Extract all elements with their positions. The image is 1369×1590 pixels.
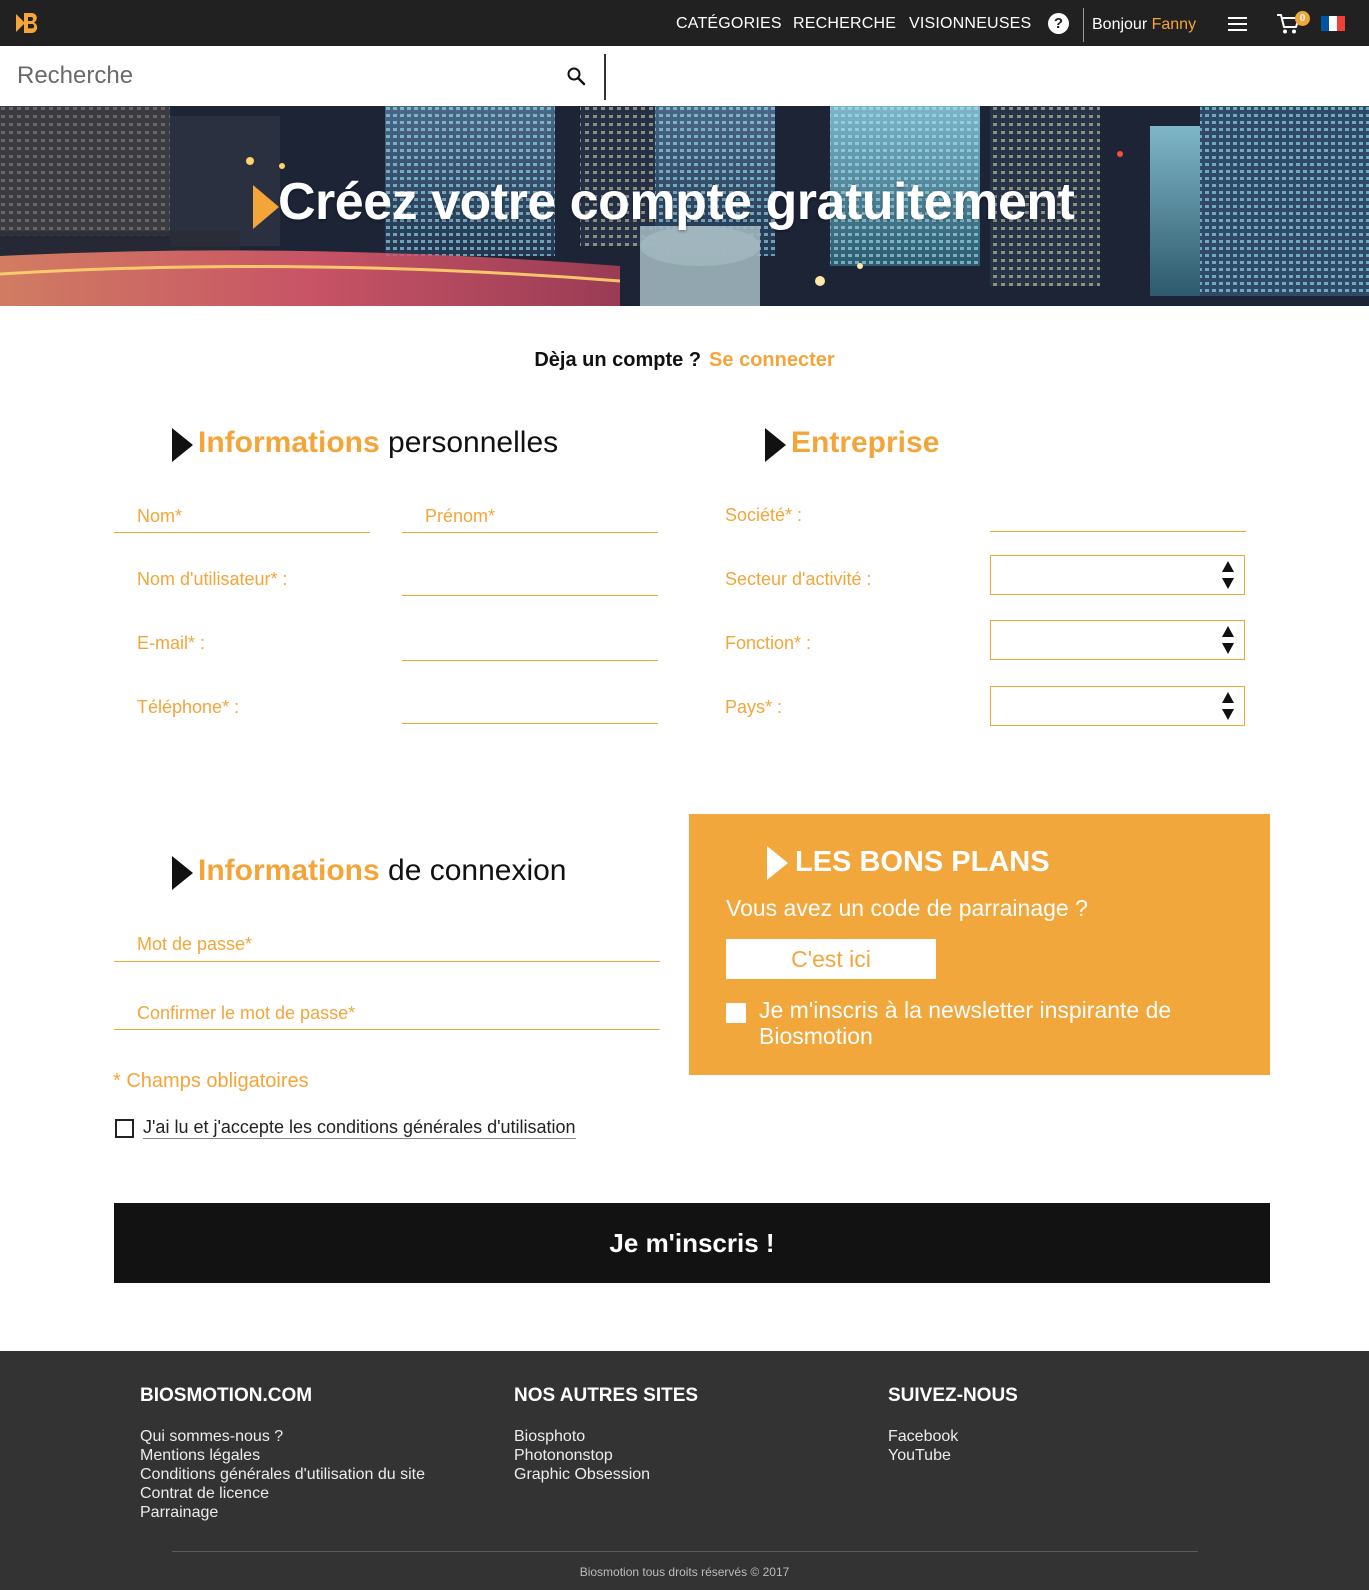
top-navigation-bar: CATÉGORIES RECHERCHE VISIONNEUSES ? Bonj… [0,0,1369,46]
page-title: Créez votre compte gratuitement [278,173,1075,231]
footer-column-other-sites: NOS AUTRES SITES Biosphoto Photononstop … [514,1385,698,1484]
logo-icon[interactable] [16,11,40,35]
email-label: E-mail* : [137,633,206,653]
secteur-select[interactable] [990,555,1245,595]
password-field[interactable] [114,926,660,962]
login-info-heading: Informations de connexion [198,854,567,888]
login-link[interactable]: Se connecter [709,349,835,371]
nom-field[interactable] [114,497,370,533]
footer-heading: BIOSMOTION.COM [140,1385,313,1406]
section-arrow-icon [767,846,788,880]
bons-plans-title: LES BONS PLANS [795,846,1050,878]
fonction-select[interactable] [990,620,1245,660]
section-arrow-icon [172,856,193,890]
footer-link[interactable]: Graphic Obsession [514,1465,698,1484]
heading-rest: de connexion [388,854,567,887]
footer-link[interactable]: Conditions générales d'utilisation du si… [140,1465,425,1484]
newsletter-checkbox[interactable] [726,1003,746,1023]
section-arrow-icon [172,428,193,462]
search-divider [604,54,606,100]
footer-link[interactable]: Qui sommes-nous ? [140,1427,425,1446]
username-field[interactable] [402,560,658,596]
required-fields-note: * Champs obligatoires [113,1070,309,1092]
footer-divider [172,1551,1198,1552]
footer-heading: NOS AUTRES SITES [514,1385,699,1406]
heading-highlight: Entreprise [791,426,940,459]
greeting-text: Bonjour [1092,16,1148,33]
nav-visionneuses[interactable]: VISIONNEUSES [909,15,1031,33]
footer-link[interactable]: Contrat de licence [140,1484,425,1503]
login-question: Dèja un compte ? [534,349,702,371]
societe-field[interactable] [990,496,1246,532]
prenom-field[interactable] [402,497,658,533]
footer-link[interactable]: Biosphoto [514,1427,698,1446]
select-spinner-icon [1222,561,1234,589]
heading-rest: personnelles [388,426,559,459]
register-button[interactable]: Je m'inscris ! [114,1203,1270,1283]
confirm-password-field[interactable] [114,994,660,1030]
footer-link[interactable]: Photononstop [514,1446,698,1465]
help-icon[interactable]: ? [1048,13,1069,34]
username-label: Nom d'utilisateur* : [137,569,288,589]
heading-highlight: Informations [198,854,380,887]
login-prompt: Dèja un compte ? Se connecter [0,349,1369,372]
referral-question: Vous avez un code de parrainage ? [726,895,1088,921]
select-spinner-icon [1222,626,1234,654]
user-greeting[interactable]: Bonjour Fanny [1092,16,1196,34]
fonction-label: Fonction* : [725,633,812,653]
footer: BIOSMOTION.COM Qui sommes-nous ? Mention… [0,1351,1369,1590]
nav-divider [1083,8,1084,42]
phone-label: Téléphone* : [137,697,240,717]
cgu-link[interactable]: J'ai lu et j'accepte les conditions géné… [143,1117,576,1139]
heading-highlight: Informations [198,426,380,459]
hero-banner: Créez votre compte gratuitement [0,106,1369,306]
newsletter-label[interactable]: Je m'inscris à la newsletter inspirante … [759,997,1179,1049]
bons-plans-panel: LES BONS PLANS Vous avez un code de parr… [689,814,1270,1075]
email-field[interactable] [402,625,658,661]
pays-select[interactable] [990,686,1245,726]
nav-categories[interactable]: CATÉGORIES [676,15,782,33]
copyright: Biosmotion tous droits réservés © 2017 [579,1565,790,1579]
cart-count-badge: 0 [1295,11,1310,26]
nav-recherche[interactable]: RECHERCHE [793,15,896,33]
footer-heading: SUIVEZ-NOUS [888,1385,1018,1406]
footer-link[interactable]: Parrainage [140,1503,425,1522]
footer-column-social: SUIVEZ-NOUS Facebook YouTube [888,1385,1018,1465]
menu-icon[interactable] [1228,17,1247,31]
search-bar [0,46,1369,106]
user-name: Fanny [1151,16,1197,33]
footer-column-biosmotion: BIOSMOTION.COM Qui sommes-nous ? Mention… [140,1385,425,1522]
footer-link[interactable]: Mentions légales [140,1446,425,1465]
secteur-label: Secteur d'activité : [725,569,872,589]
footer-link-youtube[interactable]: YouTube [888,1446,1018,1465]
section-arrow-icon [765,428,786,462]
cgu-checkbox[interactable] [115,1119,134,1138]
societe-label: Société* : [725,505,803,525]
company-heading: Entreprise [791,426,939,460]
hero-arrow-icon [253,185,279,229]
footer-link-facebook[interactable]: Facebook [888,1427,1018,1446]
flag-fr-icon[interactable] [1321,16,1345,31]
phone-field[interactable] [402,688,658,724]
search-icon[interactable] [566,66,586,86]
select-spinner-icon [1222,692,1234,720]
referral-button[interactable]: C'est ici [726,939,936,979]
personal-info-heading: Informations personnelles [198,426,558,460]
pays-label: Pays* : [725,697,783,717]
search-input[interactable] [0,46,560,106]
